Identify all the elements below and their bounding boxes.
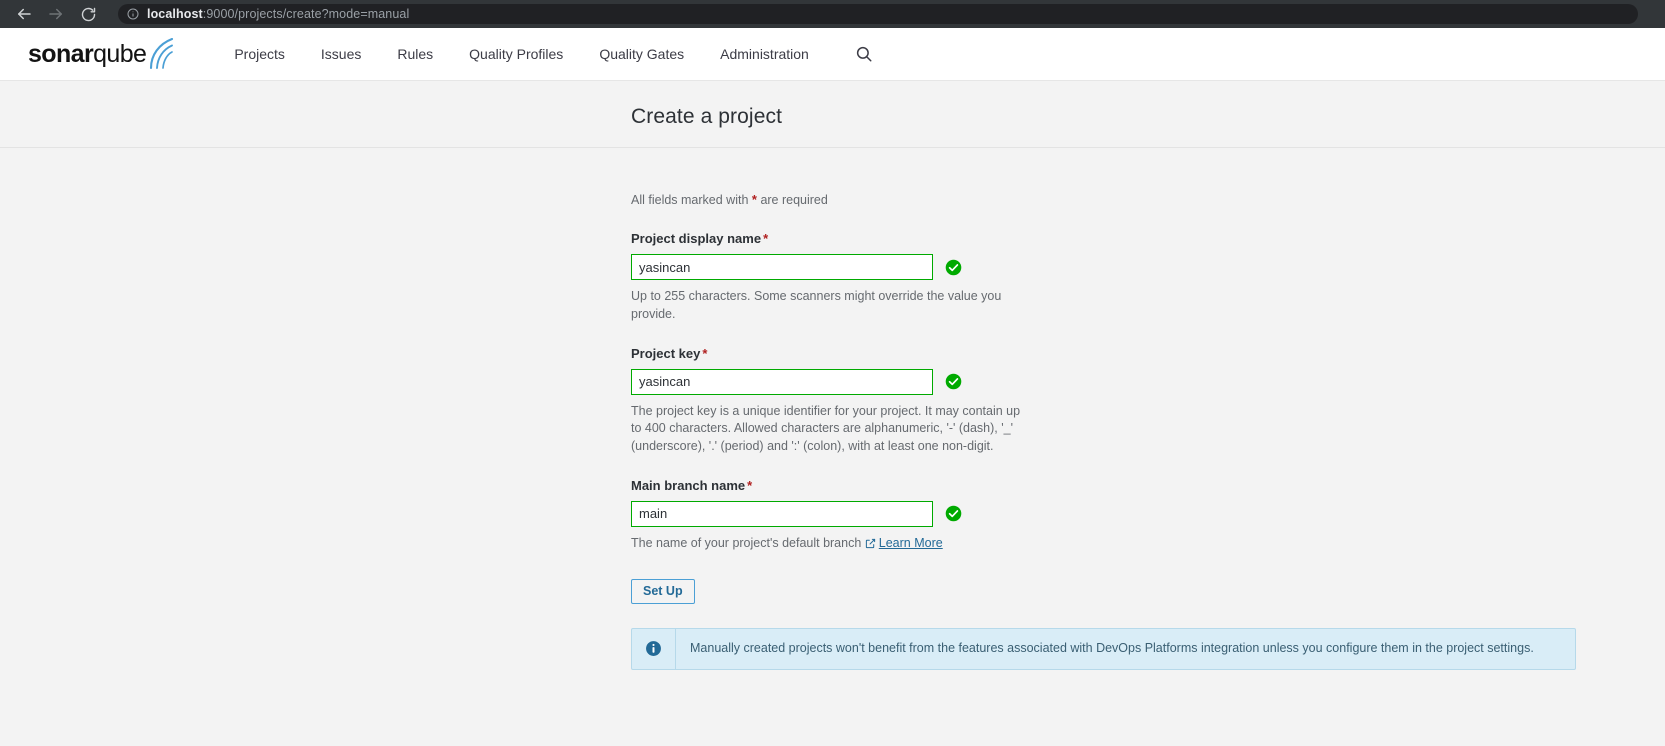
nav-item-rules[interactable]: Rules xyxy=(379,28,451,81)
required-note-suffix: are required xyxy=(760,193,828,207)
learn-more-link[interactable]: Learn More xyxy=(879,536,943,550)
logo-normal-text: qube xyxy=(93,39,147,68)
required-note-prefix: All fields marked with xyxy=(631,193,749,207)
set-up-button[interactable]: Set Up xyxy=(631,578,695,604)
label-text: Main branch name xyxy=(631,477,746,493)
field-help-text: The name of your project's default branc… xyxy=(631,535,862,550)
field-spacer xyxy=(631,456,1665,478)
project-key-input[interactable] xyxy=(631,368,933,395)
browser-reload-button[interactable] xyxy=(74,0,102,28)
arrow-right-icon xyxy=(49,8,62,20)
project-display-name-input[interactable] xyxy=(631,254,933,280)
field-label-main-branch-name: Main branch name * xyxy=(631,478,1665,493)
field-label-project-display-name: Project display name * xyxy=(631,231,1665,246)
field-label-project-key: Project key * xyxy=(631,346,1665,361)
check-circle-icon xyxy=(945,259,962,275)
sonarqube-logo-text: sonarqube xyxy=(28,39,147,68)
nav-item-quality-gates[interactable]: Quality Gates xyxy=(581,28,702,81)
create-project-form: All fields marked with * are required Pr… xyxy=(631,148,1665,670)
url-path: :9000/projects/create?mode=manual xyxy=(202,7,410,21)
browser-back-button[interactable] xyxy=(10,0,38,28)
address-bar-url: localhost:9000/projects/create?mode=manu… xyxy=(147,7,409,21)
arrow-left-icon xyxy=(18,8,31,20)
address-bar[interactable]: localhost:9000/projects/create?mode=manu… xyxy=(118,4,1638,24)
label-required-star: * xyxy=(763,231,769,246)
check-circle-icon xyxy=(945,373,962,390)
field-help-main-branch-name: The name of your project's default branc… xyxy=(631,535,1023,555)
sonarqube-waves-icon xyxy=(150,38,174,70)
field-help-project-key: The project key is a unique identifier f… xyxy=(631,403,1021,454)
field-spacer xyxy=(631,324,1665,346)
page-title: Create a project xyxy=(631,105,783,128)
required-fields-note: All fields marked with * are required xyxy=(631,192,1665,207)
browser-toolbar: localhost:9000/projects/create?mode=manu… xyxy=(0,0,1665,28)
page-content: Create a project xyxy=(0,81,1665,147)
external-link-icon xyxy=(865,537,876,555)
page-body: Create a project All fields marked with … xyxy=(0,81,1665,670)
label-required-star: * xyxy=(747,477,753,493)
nav-item-issues[interactable]: Issues xyxy=(303,28,379,81)
search-icon xyxy=(856,46,872,62)
info-circle-icon xyxy=(646,641,661,657)
sonarqube-logo[interactable]: sonarqube xyxy=(28,28,178,80)
global-search-button[interactable] xyxy=(849,39,879,69)
input-row xyxy=(631,368,1665,395)
field-help-project-display-name: Up to 255 characters. Some scanners migh… xyxy=(631,289,1002,321)
field-project-key: Project key* The project key is a unique… xyxy=(631,346,1665,456)
main-menu: Projects Issues Rules Quality Profiles Q… xyxy=(216,28,827,80)
devops-info-banner-text: Manually created projects won't benefit … xyxy=(690,641,1534,655)
input-row xyxy=(631,254,1665,280)
input-row xyxy=(631,500,1665,527)
url-host: localhost xyxy=(147,7,203,21)
site-info-icon[interactable] xyxy=(127,8,139,20)
required-note-star: * xyxy=(751,192,757,207)
devops-info-banner: Manually created projects won't benefit … xyxy=(631,628,1576,670)
check-circle-icon xyxy=(945,505,962,522)
logo-bold-text: sonar xyxy=(28,39,94,68)
nav-item-administration[interactable]: Administration xyxy=(702,28,827,81)
label-text: Project display name xyxy=(631,231,762,246)
field-main-branch-name: Main branch name* The name of your proje… xyxy=(631,478,1665,555)
main-branch-name-input[interactable] xyxy=(631,500,933,527)
form-container: All fields marked with * are required Pr… xyxy=(0,148,1665,670)
browser-forward-button[interactable] xyxy=(42,0,70,28)
field-project-display-name: Project display name* Up to 255 characte… xyxy=(631,231,1665,324)
label-text: Project key xyxy=(631,345,701,361)
info-icon-cell xyxy=(632,629,676,669)
reload-icon xyxy=(81,7,95,21)
nav-item-quality-profiles[interactable]: Quality Profiles xyxy=(451,28,581,81)
global-navbar: sonarqube Projects Issues Rules Quality … xyxy=(0,28,1665,81)
nav-item-projects[interactable]: Projects xyxy=(216,28,303,81)
label-required-star: * xyxy=(702,345,708,361)
